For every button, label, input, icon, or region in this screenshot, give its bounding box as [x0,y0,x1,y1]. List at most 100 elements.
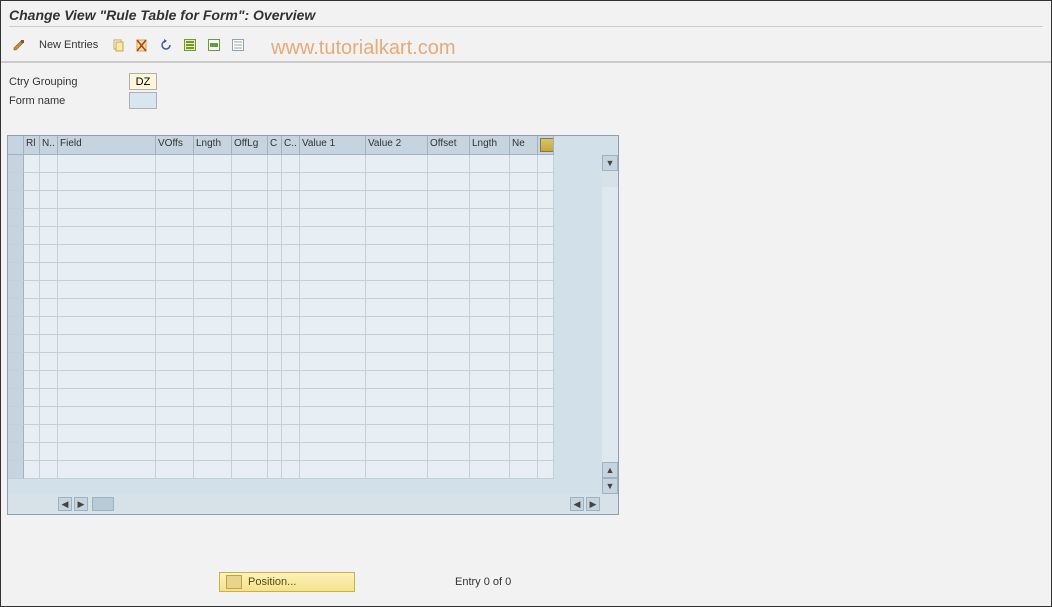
horizontal-scrollbar[interactable]: ◀ ▶ ◀ ▶ [8,494,618,514]
table-cell[interactable] [428,155,470,173]
table-cell[interactable] [428,407,470,425]
table-cell[interactable] [366,371,428,389]
table-cell[interactable] [194,371,232,389]
select-all-icon[interactable] [180,35,200,55]
row-selector[interactable] [8,443,24,461]
table-cell[interactable] [282,155,300,173]
table-cell[interactable] [300,227,366,245]
table-cell[interactable] [58,461,156,479]
table-cell[interactable] [428,227,470,245]
table-cell[interactable] [538,227,554,245]
table-cell[interactable] [156,425,194,443]
table-cell[interactable] [470,299,510,317]
ctry-grouping-input[interactable] [129,73,157,90]
table-cell[interactable] [268,389,282,407]
table-cell[interactable] [470,317,510,335]
deselect-all-icon[interactable] [228,35,248,55]
table-cell[interactable] [470,461,510,479]
table-cell[interactable] [268,317,282,335]
table-cell[interactable] [300,425,366,443]
table-cell[interactable] [268,281,282,299]
table-cell[interactable] [156,443,194,461]
table-cell[interactable] [58,245,156,263]
table-cell[interactable] [156,281,194,299]
row-selector[interactable] [8,227,24,245]
row-selector[interactable] [8,173,24,191]
table-cell[interactable] [268,335,282,353]
table-cell[interactable] [232,389,268,407]
table-cell[interactable] [58,191,156,209]
table-cell[interactable] [268,371,282,389]
row-selector[interactable] [8,389,24,407]
table-cell[interactable] [24,443,40,461]
table-cell[interactable] [300,407,366,425]
table-cell[interactable] [156,461,194,479]
table-cell[interactable] [156,407,194,425]
scroll-left2-icon[interactable]: ◀ [570,497,584,511]
table-cell[interactable] [428,245,470,263]
table-cell[interactable] [470,227,510,245]
table-cell[interactable] [428,191,470,209]
table-cell[interactable] [268,425,282,443]
table-cell[interactable] [232,191,268,209]
table-cell[interactable] [268,227,282,245]
table-cell[interactable] [24,317,40,335]
table-cell[interactable] [194,389,232,407]
table-cell[interactable] [232,425,268,443]
table-cell[interactable] [428,299,470,317]
table-cell[interactable] [538,209,554,227]
row-selector[interactable] [8,245,24,263]
table-cell[interactable] [366,353,428,371]
table-cell[interactable] [428,281,470,299]
row-selector[interactable] [8,299,24,317]
table-cell[interactable] [282,281,300,299]
table-cell[interactable] [58,227,156,245]
table-cell[interactable] [194,353,232,371]
row-selector[interactable] [8,209,24,227]
table-cell[interactable] [282,335,300,353]
column-header[interactable] [538,136,554,155]
table-cell[interactable] [428,443,470,461]
table-cell[interactable] [24,389,40,407]
table-cell[interactable] [538,173,554,191]
table-cell[interactable] [268,209,282,227]
table-cell[interactable] [40,353,58,371]
table-cell[interactable] [282,407,300,425]
table-cell[interactable] [510,299,538,317]
table-cell[interactable] [194,209,232,227]
table-cell[interactable] [470,155,510,173]
table-cell[interactable] [24,263,40,281]
table-cell[interactable] [194,299,232,317]
row-selector[interactable] [8,281,24,299]
table-cell[interactable] [538,317,554,335]
table-cell[interactable] [366,443,428,461]
column-header[interactable]: C [268,136,282,155]
table-cell[interactable] [300,173,366,191]
table-cell[interactable] [366,173,428,191]
table-cell[interactable] [300,155,366,173]
table-cell[interactable] [470,353,510,371]
table-cell[interactable] [282,245,300,263]
table-cell[interactable] [268,353,282,371]
table-cell[interactable] [538,371,554,389]
table-cell[interactable] [300,299,366,317]
table-cell[interactable] [40,335,58,353]
table-cell[interactable] [282,443,300,461]
table-cell[interactable] [366,407,428,425]
table-cell[interactable] [428,389,470,407]
row-selector[interactable] [8,353,24,371]
table-cell[interactable] [232,173,268,191]
table-cell[interactable] [24,209,40,227]
table-cell[interactable] [470,281,510,299]
table-cell[interactable] [282,353,300,371]
table-cell[interactable] [156,335,194,353]
table-cell[interactable] [300,209,366,227]
table-cell[interactable] [428,173,470,191]
table-cell[interactable] [428,335,470,353]
table-cell[interactable] [156,209,194,227]
table-cell[interactable] [156,155,194,173]
table-cell[interactable] [40,461,58,479]
table-cell[interactable] [194,335,232,353]
table-cell[interactable] [24,191,40,209]
table-cell[interactable] [510,317,538,335]
